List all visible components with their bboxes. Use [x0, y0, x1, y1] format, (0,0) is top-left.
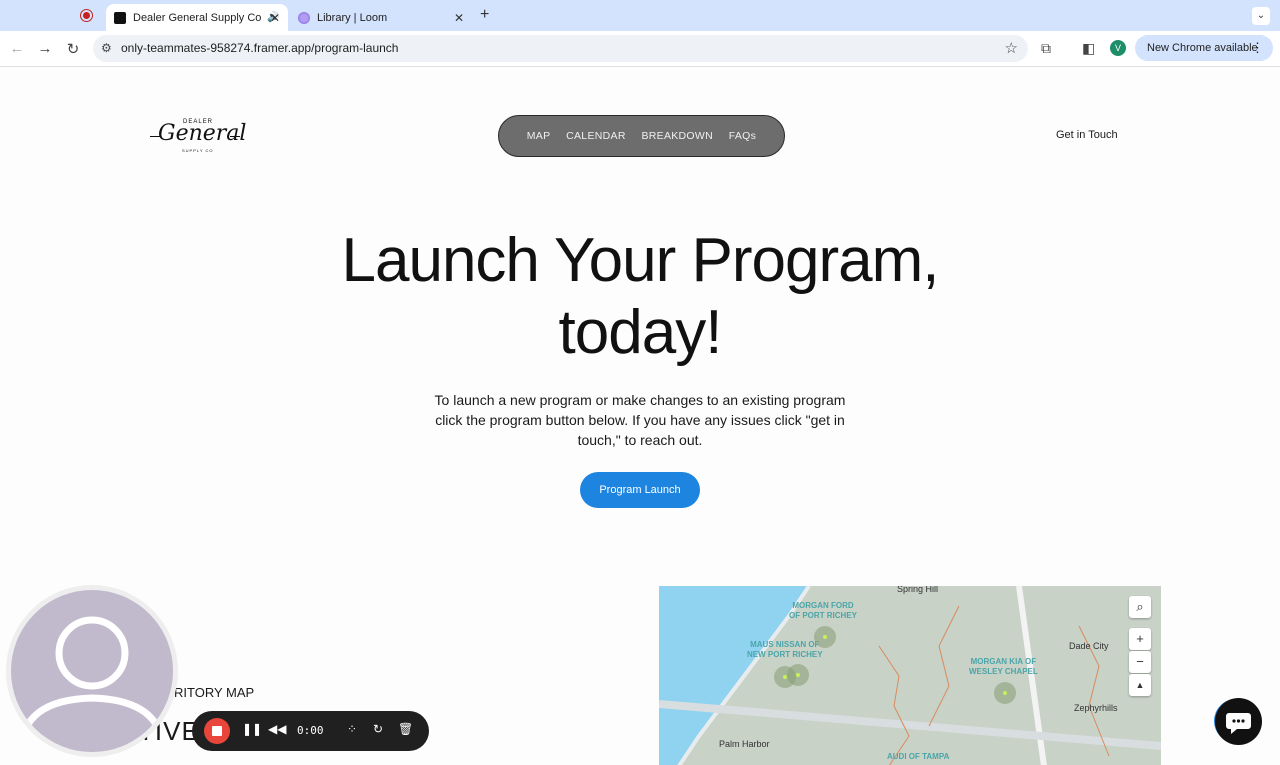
- nav-faqs[interactable]: FAQs: [729, 130, 756, 142]
- place-label: Zephyrhills: [1074, 703, 1118, 713]
- nav-map[interactable]: MAP: [527, 130, 551, 142]
- tab-loom-library[interactable]: Library | Loom ✕: [290, 4, 472, 31]
- section-label: RITORY MAP: [174, 685, 255, 700]
- dealer-location: OF PORT RICHEY: [789, 611, 858, 620]
- chat-bubble-icon: [1226, 713, 1251, 734]
- web-page: DEALER General SUPPLY CO MAP CALENDAR BR…: [0, 68, 1280, 765]
- forward-icon[interactable]: →: [36, 40, 54, 57]
- tab-strip: Dealer General Supply Co 🔊 ✕ Library | L…: [0, 0, 1280, 31]
- pause-icon[interactable]: ❚❚: [242, 722, 262, 736]
- side-panel-icon[interactable]: ◧: [1082, 40, 1095, 57]
- zoom-in-button[interactable]: +: [1129, 628, 1151, 650]
- back-icon[interactable]: ←: [8, 40, 26, 57]
- chat-widget-button[interactable]: [1215, 698, 1262, 745]
- browser-toolbar: ← → ↻ ⚙ only-teammates-958274.framer.app…: [0, 31, 1280, 67]
- tab-dealer-general[interactable]: Dealer General Supply Co 🔊 ✕: [106, 4, 288, 31]
- site-info-icon[interactable]: ⚙: [101, 41, 112, 55]
- dealer-pin-icon[interactable]: [814, 626, 836, 648]
- recording-controls: ❚❚ ◀◀ 0:00 ⁘ ↻ 🗑: [192, 711, 429, 751]
- territory-map[interactable]: MORGAN FORD OF PORT RICHEY MAUS NISSAN O…: [659, 586, 1161, 765]
- extensions-icon[interactable]: ⧉: [1041, 40, 1051, 57]
- logo-main-text: General: [158, 121, 247, 146]
- dealer-label[interactable]: AUDI OF TAMPA: [887, 752, 949, 762]
- loom-favicon-icon: [298, 11, 310, 24]
- dealer-location: WESLEY CHAPEL: [969, 667, 1038, 676]
- program-launch-button[interactable]: Program Launch: [580, 472, 700, 508]
- hero-line-1: Launch Your Program,: [341, 226, 940, 295]
- url-text[interactable]: only-teammates-958274.framer.app/program…: [121, 41, 398, 55]
- site-favicon-icon: [114, 11, 126, 24]
- main-nav: MAP CALENDAR BREAKDOWN FAQs: [498, 115, 785, 157]
- dealer-label[interactable]: MORGAN KIA OF WESLEY CHAPEL: [969, 657, 1038, 677]
- logo-line: [230, 136, 240, 137]
- hero-line-2: today!: [558, 298, 723, 367]
- dealer-location: NEW PORT RICHEY: [747, 650, 823, 659]
- delete-icon[interactable]: 🗑: [398, 722, 413, 736]
- tab-search-icon[interactable]: ⌄: [1252, 7, 1270, 25]
- profile-avatar[interactable]: V: [1110, 40, 1126, 56]
- new-chrome-label: New Chrome available: [1147, 42, 1258, 54]
- restart-icon[interactable]: ↻: [373, 722, 383, 736]
- hero-heading: Launch Your Program, today!: [290, 225, 990, 369]
- address-bar[interactable]: ⚙ only-teammates-958274.framer.app/progr…: [93, 35, 1028, 62]
- new-tab-button[interactable]: +: [480, 6, 489, 24]
- site-logo[interactable]: DEALER General SUPPLY CO: [150, 118, 246, 158]
- rewind-icon[interactable]: ◀◀: [268, 722, 286, 736]
- reload-icon[interactable]: ↻: [64, 40, 82, 58]
- new-chrome-available-button[interactable]: New Chrome available ⋮: [1135, 35, 1273, 61]
- dealer-name: AUDI OF TAMPA: [887, 752, 950, 761]
- get-in-touch-link[interactable]: Get in Touch: [1056, 129, 1118, 141]
- map-search-icon[interactable]: ⌕: [1129, 596, 1151, 618]
- hero-description: To launch a new program or make changes …: [434, 392, 846, 448]
- close-tab-icon[interactable]: ✕: [270, 11, 280, 25]
- dealer-name: MAUS NISSAN OF: [750, 640, 820, 649]
- stop-recording-button[interactable]: [204, 718, 230, 744]
- tab-title: Library | Loom: [317, 11, 388, 24]
- bookmark-star-icon[interactable]: ☆: [1005, 39, 1018, 57]
- dealer-label[interactable]: MAUS NISSAN OF NEW PORT RICHEY: [747, 640, 823, 660]
- recording-timer: 0:00: [297, 724, 324, 737]
- close-tab-icon[interactable]: ✕: [454, 11, 464, 25]
- compass-icon[interactable]: ▲: [1129, 674, 1151, 696]
- more-menu-icon[interactable]: ⋮: [1251, 35, 1264, 61]
- tab-title: Dealer General Supply Co: [133, 11, 262, 24]
- nav-breakdown[interactable]: BREAKDOWN: [641, 130, 713, 142]
- recording-indicator-icon[interactable]: [80, 9, 93, 22]
- dealer-pin-icon[interactable]: [994, 682, 1016, 704]
- draw-tool-icon[interactable]: ⁘: [347, 722, 357, 736]
- place-label: Palm Harbor: [719, 739, 770, 749]
- nav-calendar[interactable]: CALENDAR: [566, 130, 626, 142]
- logo-bottom-text: SUPPLY CO: [182, 148, 214, 153]
- dealer-pin-icon[interactable]: [787, 664, 809, 686]
- place-label: Dade City: [1069, 641, 1109, 651]
- zoom-out-button[interactable]: −: [1129, 651, 1151, 673]
- dealer-label[interactable]: MORGAN FORD OF PORT RICHEY: [789, 601, 857, 621]
- place-label: Spring Hill: [897, 586, 939, 594]
- user-silhouette-icon: [17, 616, 167, 752]
- dealer-name: MORGAN FORD: [792, 601, 854, 610]
- dealer-name: MORGAN KIA OF: [970, 657, 1037, 666]
- camera-avatar[interactable]: [6, 585, 178, 757]
